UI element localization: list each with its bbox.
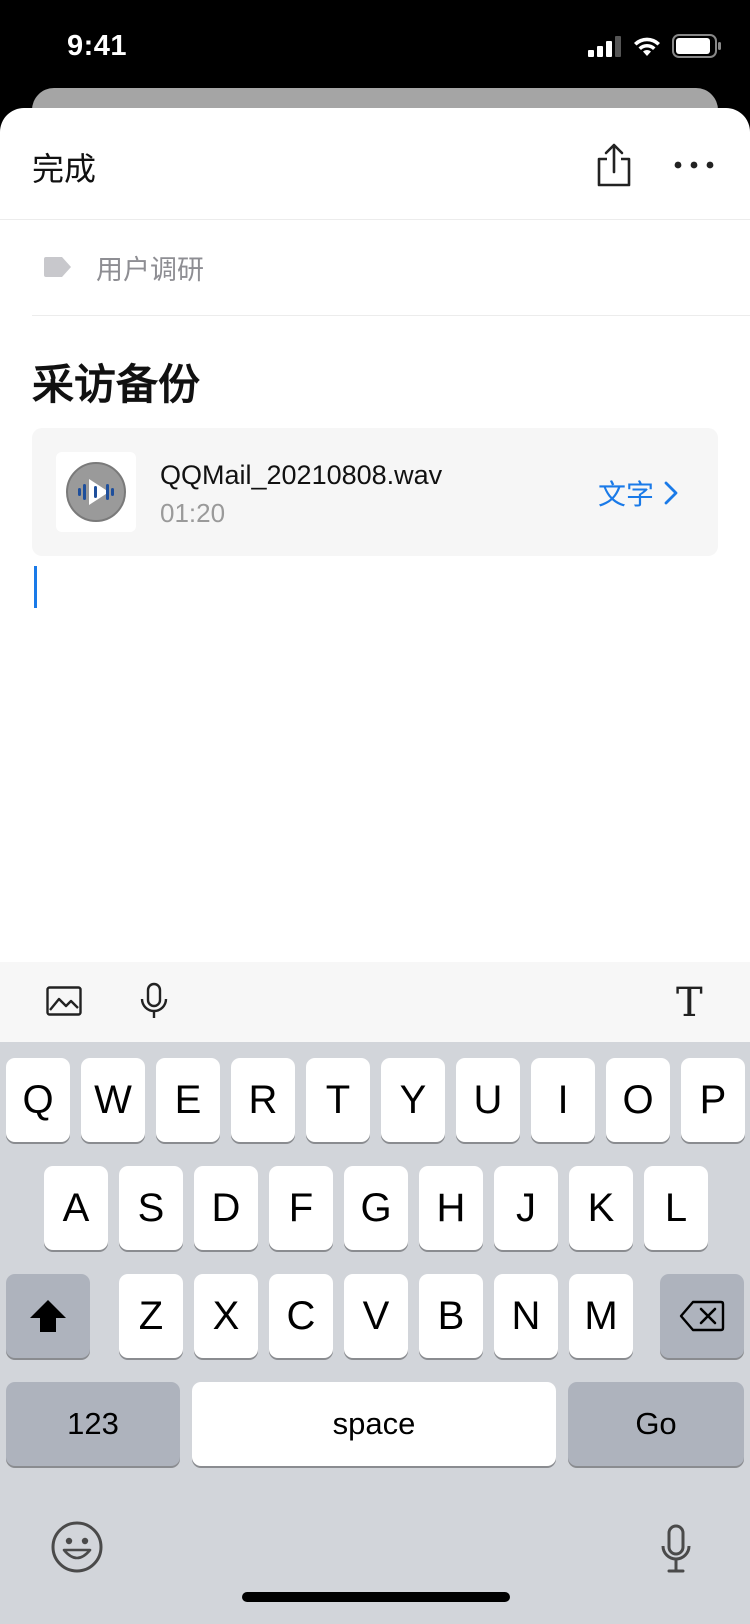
key-e[interactable]: E bbox=[156, 1058, 220, 1142]
key-o[interactable]: O bbox=[606, 1058, 670, 1142]
nav-bar: 完成 bbox=[0, 108, 750, 220]
key-c[interactable]: C bbox=[269, 1274, 333, 1358]
insert-image-button[interactable] bbox=[46, 986, 82, 1021]
key-h[interactable]: H bbox=[419, 1166, 483, 1250]
numbers-key[interactable]: 123 bbox=[6, 1382, 180, 1466]
share-icon bbox=[597, 143, 631, 187]
backspace-icon bbox=[679, 1300, 725, 1332]
key-q[interactable]: Q bbox=[6, 1058, 70, 1142]
voice-record-button[interactable] bbox=[138, 982, 170, 1025]
share-button[interactable] bbox=[594, 142, 634, 188]
audio-thumbnail[interactable] bbox=[56, 452, 136, 532]
audio-play-icon bbox=[66, 462, 126, 522]
audio-attachment-card[interactable]: QQMail_20210808.wav 01:20 文字 bbox=[32, 428, 718, 556]
shift-icon bbox=[30, 1300, 66, 1332]
format-toolbar: T bbox=[0, 962, 750, 1042]
microphone-icon bbox=[140, 982, 168, 1018]
status-bar: 9:41 bbox=[0, 0, 750, 100]
key-k[interactable]: K bbox=[569, 1166, 633, 1250]
more-icon bbox=[674, 161, 714, 169]
more-button[interactable] bbox=[674, 158, 714, 172]
audio-duration: 01:20 bbox=[160, 498, 226, 528]
chevron-right-icon bbox=[664, 481, 678, 505]
key-v[interactable]: V bbox=[344, 1274, 408, 1358]
key-y[interactable]: Y bbox=[381, 1058, 445, 1142]
key-a[interactable]: A bbox=[44, 1166, 108, 1250]
dictation-button[interactable] bbox=[660, 1524, 692, 1579]
shift-key[interactable] bbox=[6, 1274, 90, 1358]
text-format-button[interactable]: T bbox=[676, 980, 703, 1026]
wifi-icon bbox=[634, 37, 660, 56]
emoji-button[interactable] bbox=[50, 1520, 104, 1579]
key-s[interactable]: S bbox=[119, 1166, 183, 1250]
key-g[interactable]: G bbox=[344, 1166, 408, 1250]
key-f[interactable]: F bbox=[269, 1166, 333, 1250]
key-z[interactable]: Z bbox=[119, 1274, 183, 1358]
key-u[interactable]: U bbox=[456, 1058, 520, 1142]
go-key[interactable]: Go bbox=[568, 1382, 744, 1466]
transcribe-text-button[interactable]: 文字 bbox=[598, 473, 678, 513]
key-r[interactable]: R bbox=[231, 1058, 295, 1142]
space-key[interactable]: space bbox=[192, 1382, 556, 1466]
tag-row[interactable]: 用户调研 bbox=[32, 220, 750, 316]
key-i[interactable]: I bbox=[531, 1058, 595, 1142]
key-w[interactable]: W bbox=[81, 1058, 145, 1142]
backspace-key[interactable] bbox=[660, 1274, 744, 1358]
done-button[interactable]: 完成 bbox=[32, 144, 96, 190]
text-cursor bbox=[34, 566, 37, 608]
home-indicator bbox=[242, 1592, 510, 1602]
battery-icon bbox=[672, 34, 721, 58]
key-l[interactable]: L bbox=[644, 1166, 708, 1250]
note-title[interactable]: 采访备份 bbox=[32, 351, 200, 412]
tag-icon bbox=[44, 257, 71, 277]
tag-label: 用户调研 bbox=[96, 255, 204, 286]
status-icons bbox=[588, 34, 722, 58]
key-b[interactable]: B bbox=[419, 1274, 483, 1358]
cellular-signal-icon bbox=[588, 36, 621, 57]
emoji-icon bbox=[51, 1521, 103, 1573]
status-time: 9:41 bbox=[67, 30, 128, 62]
microphone-icon bbox=[661, 1524, 691, 1573]
key-p[interactable]: P bbox=[681, 1058, 745, 1142]
transcribe-text-label: 文字 bbox=[598, 478, 655, 511]
key-t[interactable]: T bbox=[306, 1058, 370, 1142]
keyboard: Q W E R T Y U I O P A S D F G H J K L Z … bbox=[0, 1042, 750, 1624]
key-x[interactable]: X bbox=[194, 1274, 258, 1358]
key-d[interactable]: D bbox=[194, 1166, 258, 1250]
key-n[interactable]: N bbox=[494, 1274, 558, 1358]
key-j[interactable]: J bbox=[494, 1166, 558, 1250]
audio-file-name: QQMail_20210808.wav bbox=[160, 460, 443, 490]
image-icon bbox=[46, 986, 82, 1016]
key-m[interactable]: M bbox=[569, 1274, 633, 1358]
